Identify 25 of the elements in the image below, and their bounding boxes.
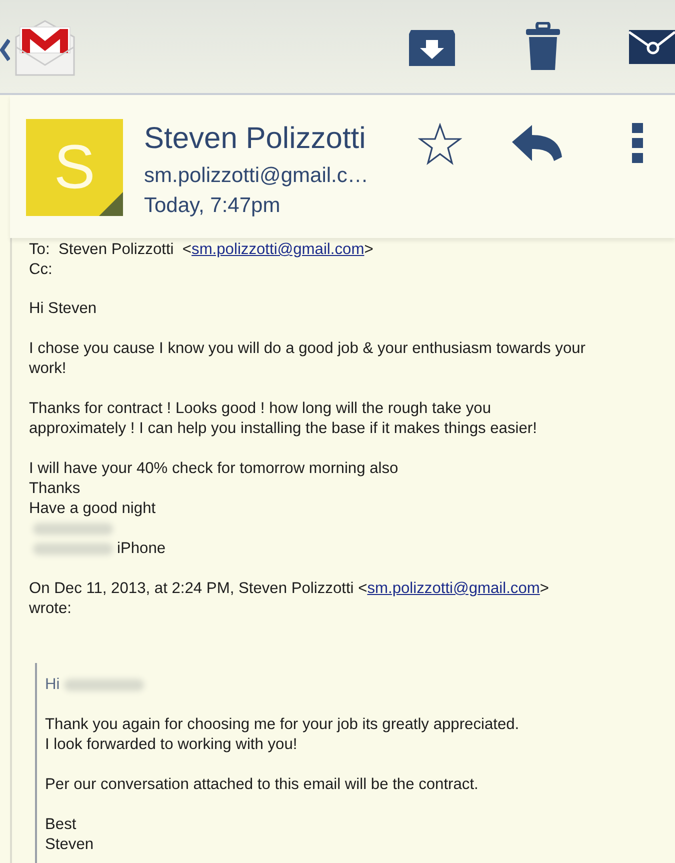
email-link[interactable]: sm.polizzotti@gmail.com <box>367 580 540 597</box>
email-line: Thanks <box>29 479 80 499</box>
trash-icon[interactable] <box>525 22 561 72</box>
corner-fold-icon <box>99 192 123 216</box>
email-line: iPhone <box>117 539 166 559</box>
email-paragraph: Thank you again for choosing me for your job its greatly appreciated. I look forwarded to working with you! <box>45 715 520 755</box>
star-icon[interactable] <box>418 123 462 165</box>
avatar-letter: S <box>54 132 96 203</box>
cc-label: Cc: <box>29 261 52 278</box>
back-icon[interactable] <box>0 38 10 62</box>
email-paragraph: Per our conversation attached to this email will be the contract. <box>45 775 480 795</box>
email-paragraph: Thanks for contract ! Looks good ! how long will the rough take you approximately ! I can help you installing the base if it makes things easier! <box>29 399 538 439</box>
sender-email: sm.polizzotti@gmail.c… <box>144 164 368 188</box>
email-link[interactable]: sm.polizzotti@gmail.com <box>192 241 364 258</box>
email-paragraph: Hi Steven <box>29 299 98 319</box>
to-line: To: Steven Polizzotti <sm.polizzotti@gmail.com> <box>29 240 374 260</box>
quote-header: On Dec 11, 2013, at 2:24 PM, Steven Polizzotti <sm.polizzotti@gmail.com> wrote: <box>29 579 550 619</box>
email-line: I will have your 40% check for tomorrow morning also <box>29 459 398 479</box>
more-options-icon[interactable] <box>632 123 644 163</box>
email-paragraph: Best Steven <box>45 815 95 855</box>
email-paragraph: I chose you cause I know you will do a good job & your enthusiasm towards your work! <box>29 339 586 379</box>
message-time: Today, 7:47pm <box>144 194 282 218</box>
email-line: Have a good night <box>29 499 156 519</box>
sender-name: Steven Polizzotti <box>144 122 367 156</box>
email-line: Hi <box>45 675 60 695</box>
